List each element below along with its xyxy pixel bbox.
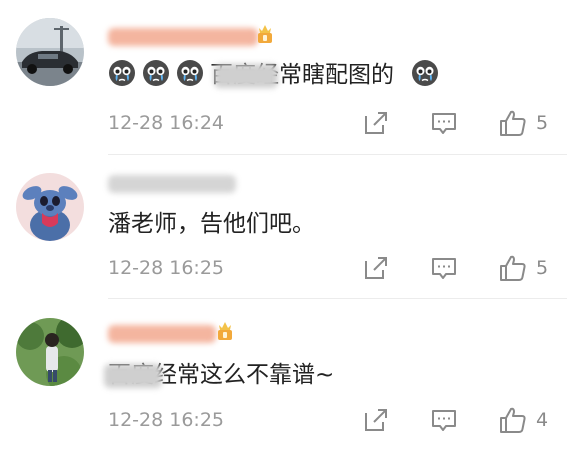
like-count: 5	[536, 112, 549, 134]
vip-badge-icon	[216, 319, 234, 341]
comment-item: 百度经常这么不靠谱~ 12-28 16:25 4	[0, 299, 567, 452]
vip-badge-icon	[256, 22, 274, 44]
thumbs-up-icon[interactable]	[498, 405, 528, 435]
thumbs-up-icon[interactable]	[498, 108, 528, 138]
share-icon[interactable]	[361, 108, 391, 138]
share-icon[interactable]	[361, 253, 391, 283]
share-icon[interactable]	[361, 405, 391, 435]
timestamp: 12-28 16:25	[108, 257, 225, 279]
crying-emoji-icon	[411, 59, 439, 87]
avatar[interactable]	[16, 318, 84, 386]
avatar[interactable]	[16, 18, 84, 86]
blurred-username	[108, 325, 216, 343]
blurred-text	[214, 64, 278, 88]
comment-icon[interactable]	[429, 108, 459, 138]
timestamp: 12-28 16:24	[108, 112, 225, 134]
thumbs-up-icon[interactable]	[498, 253, 528, 283]
crying-emoji-icon	[176, 59, 204, 87]
comment-item: 百度经常瞎配图的 12-28 16:24 5	[0, 0, 567, 155]
comment-item: 潘老师，告他们吧。 12-28 16:25 5	[0, 155, 567, 300]
crying-emoji-icon	[108, 59, 136, 87]
like-count: 4	[536, 409, 549, 431]
blurred-text	[104, 364, 162, 388]
blurred-username	[108, 175, 236, 193]
avatar[interactable]	[16, 173, 84, 241]
comment-text: 潘老师，告他们吧。	[108, 211, 315, 237]
like-count: 5	[536, 257, 549, 279]
blurred-username	[108, 28, 258, 46]
timestamp: 12-28 16:25	[108, 409, 225, 431]
comment-icon[interactable]	[429, 253, 459, 283]
crying-emoji-icon	[142, 59, 170, 87]
comment-icon[interactable]	[429, 405, 459, 435]
